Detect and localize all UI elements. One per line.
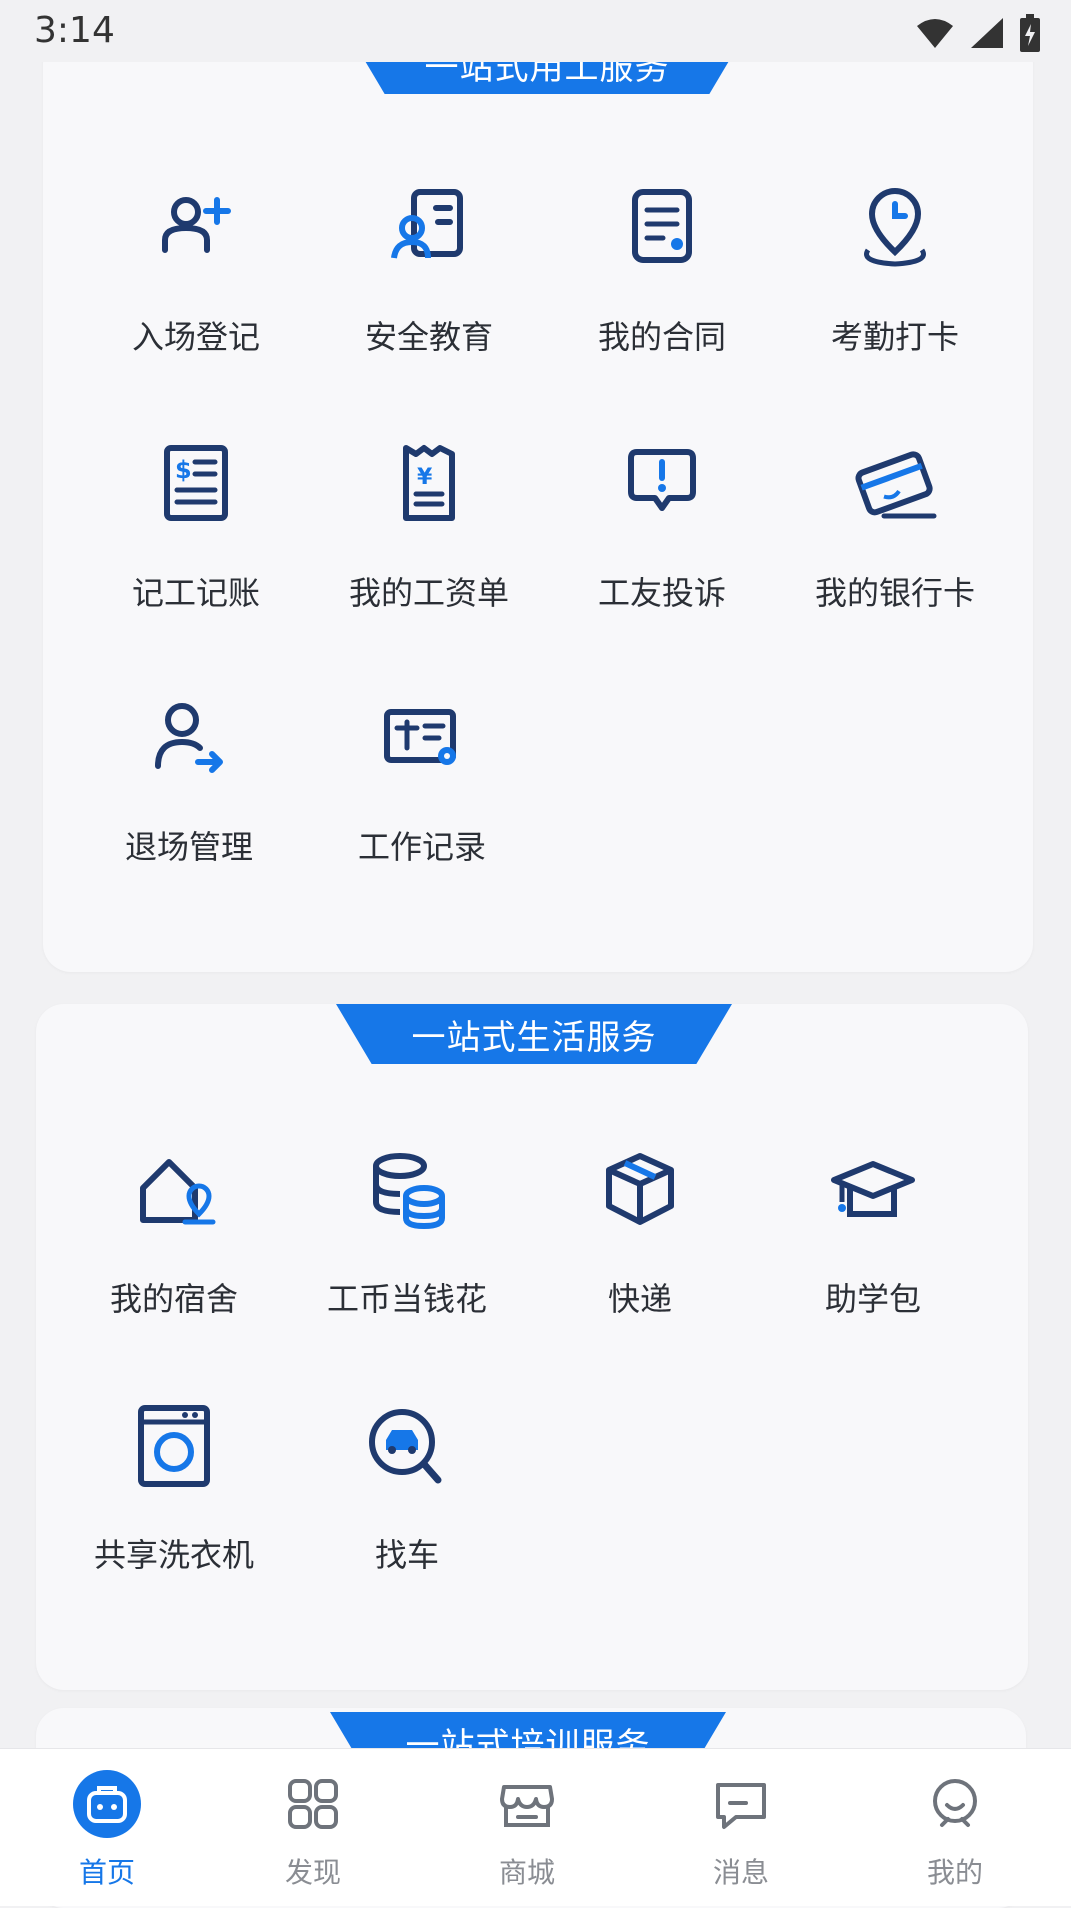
home-bag-icon — [73, 1770, 141, 1838]
service-payslip[interactable]: ¥ 我的工资单 — [313, 438, 545, 614]
service-entry-register[interactable]: 入场登记 — [80, 182, 312, 358]
service-label: 我的合同 — [597, 318, 726, 356]
complaint-icon — [628, 449, 696, 511]
ledger-icon: $ — [164, 445, 228, 521]
car-search-icon — [369, 1409, 442, 1484]
life-services-title: 一站式生活服务 — [336, 1004, 732, 1064]
svg-text:$: $ — [175, 456, 192, 484]
service-complaint[interactable]: 工友投诉 — [546, 438, 778, 614]
service-label: 助学包 — [824, 1280, 921, 1318]
tab-profile-label: 我的 — [926, 1856, 983, 1889]
washing-machine-icon — [138, 1405, 210, 1487]
service-attendance[interactable]: 考勤打卡 — [779, 182, 1011, 358]
service-exit-management[interactable]: 退场管理 — [73, 692, 305, 868]
service-label: 工作记录 — [357, 828, 486, 866]
service-label: 退场管理 — [124, 828, 253, 866]
status-time: 3:14 — [34, 10, 115, 51]
service-label: 安全教育 — [364, 318, 493, 356]
service-label: 我的宿舍 — [109, 1280, 238, 1318]
user-exit-icon — [155, 703, 223, 773]
service-label: 共享洗衣机 — [93, 1536, 254, 1574]
service-washing-machine[interactable]: 共享洗衣机 — [58, 1400, 290, 1576]
service-label: 工友投诉 — [597, 574, 726, 612]
bank-card-icon — [855, 451, 937, 519]
service-coins[interactable]: 工币当钱花 — [291, 1144, 523, 1320]
service-find-car[interactable]: 找车 — [291, 1400, 523, 1576]
service-label: 工币当钱花 — [326, 1280, 487, 1318]
dorm-icon — [140, 1159, 216, 1225]
message-icon — [716, 1783, 766, 1829]
service-label: 我的银行卡 — [814, 574, 975, 612]
location-clock-icon — [864, 188, 926, 267]
service-work-record[interactable]: 工作记录 — [306, 692, 538, 868]
tab-discover-label: 发现 — [284, 1856, 341, 1889]
coins-icon — [373, 1153, 445, 1230]
service-label: 记工记账 — [131, 574, 260, 612]
system-icons — [915, 14, 1041, 52]
service-my-contract[interactable]: 我的合同 — [546, 182, 778, 358]
tab-profile[interactable]: 我的 — [848, 1749, 1062, 1906]
wifi-icon — [917, 19, 953, 48]
profile-icon — [933, 1779, 977, 1827]
tab-store-label: 商城 — [498, 1856, 555, 1889]
service-work-ledger[interactable]: $ 记工记账 — [80, 438, 312, 614]
package-icon — [606, 1153, 674, 1225]
service-label: 快递 — [607, 1280, 672, 1318]
svg-text:¥: ¥ — [417, 465, 433, 490]
payslip-icon: ¥ — [403, 445, 455, 521]
work-services-card: 一站式用工服务 入场登记 安全教育 我的合同 考勤打卡 $ 记工记账 ¥ 我的工… — [43, 34, 1033, 972]
graduation-cap-icon — [831, 1161, 915, 1217]
battery-icon — [1020, 14, 1040, 52]
service-label: 找车 — [374, 1536, 439, 1574]
tab-messages-label: 消息 — [712, 1856, 769, 1889]
service-label: 入场登记 — [131, 318, 260, 356]
store-icon — [500, 1785, 554, 1827]
bottom-tab-bar: 首页 发现 商城 消息 我的 — [0, 1748, 1071, 1906]
service-safety-education[interactable]: 安全教育 — [313, 182, 545, 358]
tab-discover[interactable]: 发现 — [206, 1749, 420, 1906]
tab-home[interactable]: 首页 — [0, 1749, 214, 1906]
service-dorm[interactable]: 我的宿舍 — [58, 1144, 290, 1320]
safety-education-icon — [391, 189, 463, 259]
service-express[interactable]: 快递 — [524, 1144, 756, 1320]
service-label: 考勤打卡 — [830, 318, 959, 356]
life-services-card: 一站式生活服务 我的宿舍 工币当钱花 快递 助学包 共享洗衣机 找车 — [36, 1004, 1028, 1690]
status-bar: 3:14 — [0, 0, 1071, 62]
service-bank-card[interactable]: 我的银行卡 — [779, 438, 1011, 614]
signal-icon — [971, 18, 1003, 48]
service-study-pack[interactable]: 助学包 — [757, 1144, 989, 1320]
tab-home-label: 首页 — [78, 1856, 135, 1889]
work-record-icon — [384, 709, 456, 765]
tab-messages[interactable]: 消息 — [634, 1749, 848, 1906]
grid-icon — [288, 1779, 338, 1829]
user-add-icon — [162, 197, 231, 253]
contract-icon — [632, 189, 692, 263]
tab-store[interactable]: 商城 — [420, 1749, 634, 1906]
service-label: 我的工资单 — [348, 574, 509, 612]
